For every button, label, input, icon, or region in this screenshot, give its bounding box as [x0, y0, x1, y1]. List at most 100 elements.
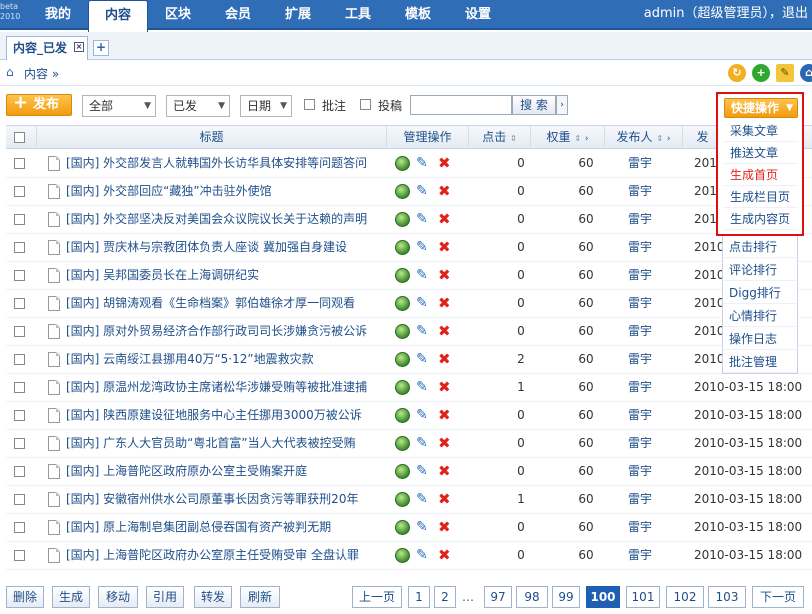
edit-icon[interactable]: ✎: [776, 64, 794, 82]
view-icon[interactable]: [395, 324, 410, 339]
quick-item-comment-rank[interactable]: 评论排行: [723, 259, 797, 281]
view-icon[interactable]: [395, 296, 410, 311]
author-link[interactable]: 雷宇: [612, 402, 668, 430]
author-link[interactable]: 雷宇: [612, 542, 668, 570]
quick-ops-button[interactable]: 快捷操作 ▼: [724, 98, 798, 118]
article-title-link[interactable]: [国内] 胡锦涛观看《生命档案》郭伯雄徐才厚一同观看: [66, 290, 371, 318]
delete-icon[interactable]: ✖: [438, 490, 451, 508]
edit-icon[interactable]: ✎: [416, 267, 428, 283]
search-button[interactable]: 搜 索: [512, 95, 556, 115]
author-link[interactable]: 雷宇: [612, 150, 668, 178]
row-checkbox[interactable]: [14, 242, 25, 253]
delete-icon[interactable]: ✖: [438, 322, 451, 340]
edit-icon[interactable]: ✎: [416, 183, 428, 199]
date-select[interactable]: 日期 ▼: [240, 95, 292, 117]
tab-content-published[interactable]: 内容_已发 ×: [6, 36, 88, 60]
search-input[interactable]: [410, 95, 512, 115]
nav-item-mine[interactable]: 我的: [28, 0, 88, 30]
view-icon[interactable]: [395, 380, 410, 395]
refresh-button[interactable]: 刷新: [240, 586, 280, 608]
edit-icon[interactable]: ✎: [416, 239, 428, 255]
author-link[interactable]: 雷宇: [612, 234, 668, 262]
edit-icon[interactable]: ✎: [416, 519, 428, 535]
author-link[interactable]: 雷宇: [612, 486, 668, 514]
nav-item-template[interactable]: 模板: [388, 0, 448, 30]
edit-icon[interactable]: ✎: [416, 351, 428, 367]
page-97[interactable]: 97: [484, 586, 512, 608]
delete-icon[interactable]: ✖: [438, 182, 451, 200]
move-button[interactable]: 移动: [98, 586, 138, 608]
nav-item-tools[interactable]: 工具: [328, 0, 388, 30]
add-tab-button[interactable]: +: [93, 40, 109, 56]
user-logout-link[interactable]: admin（超级管理员），退出: [644, 0, 808, 30]
close-icon[interactable]: ×: [74, 42, 84, 52]
author-link[interactable]: 雷宇: [612, 318, 668, 346]
comment-checkbox[interactable]: [304, 99, 315, 110]
quick-item-gen-home[interactable]: 生成首页: [724, 164, 798, 186]
col-title[interactable]: 标题: [36, 126, 386, 149]
refresh-icon[interactable]: ↻: [728, 64, 746, 82]
edit-icon[interactable]: ✎: [416, 547, 428, 563]
select-all-checkbox[interactable]: [14, 132, 25, 143]
quick-item-op-log[interactable]: 操作日志: [723, 328, 797, 350]
author-link[interactable]: 雷宇: [612, 458, 668, 486]
delete-button[interactable]: 删除: [6, 586, 44, 608]
page-103[interactable]: 103: [708, 586, 746, 608]
add-icon[interactable]: +: [752, 64, 770, 82]
delete-icon[interactable]: ✖: [438, 378, 451, 396]
author-link[interactable]: 雷宇: [612, 514, 668, 542]
page-102[interactable]: 102: [666, 586, 704, 608]
page-101[interactable]: 101: [626, 586, 660, 608]
view-icon[interactable]: [395, 268, 410, 283]
article-title-link[interactable]: [国内] 贾庆林与宗教团体负责人座谈 冀加强自身建设: [66, 234, 371, 262]
row-checkbox[interactable]: [14, 494, 25, 505]
prev-page-button[interactable]: 上一页: [352, 586, 402, 608]
nav-item-block[interactable]: 区块: [148, 0, 208, 30]
delete-icon[interactable]: ✖: [438, 406, 451, 424]
delete-icon[interactable]: ✖: [438, 434, 451, 452]
row-checkbox[interactable]: [14, 522, 25, 533]
delete-icon[interactable]: ✖: [438, 154, 451, 172]
edit-icon[interactable]: ✎: [416, 491, 428, 507]
edit-icon[interactable]: ✎: [416, 323, 428, 339]
page-2[interactable]: 2: [434, 586, 456, 608]
edit-icon[interactable]: ✎: [416, 155, 428, 171]
row-checkbox[interactable]: [14, 382, 25, 393]
delete-icon[interactable]: ✖: [438, 462, 451, 480]
view-icon[interactable]: [395, 212, 410, 227]
row-checkbox[interactable]: [14, 186, 25, 197]
article-title-link[interactable]: [国内] 外交部回应“藏独”冲击驻外使馆: [66, 178, 371, 206]
delete-icon[interactable]: ✖: [438, 350, 451, 368]
page-98[interactable]: 98: [516, 586, 548, 608]
delete-icon[interactable]: ✖: [438, 518, 451, 536]
generate-button[interactable]: 生成: [52, 586, 90, 608]
nav-item-settings[interactable]: 设置: [448, 0, 508, 30]
article-title-link[interactable]: [国内] 原对外贸易经济合作部行政司司长涉嫌贪污被公诉: [66, 318, 371, 346]
view-icon[interactable]: [395, 520, 410, 535]
quick-item-gen-content[interactable]: 生成内容页: [724, 208, 798, 230]
quick-item-mood-rank[interactable]: 心情排行: [723, 305, 797, 327]
row-checkbox[interactable]: [14, 466, 25, 477]
chevron-right-icon[interactable]: ›: [556, 95, 568, 115]
author-link[interactable]: 雷宇: [612, 430, 668, 458]
delete-icon[interactable]: ✖: [438, 546, 451, 564]
author-link[interactable]: 雷宇: [612, 206, 668, 234]
row-checkbox[interactable]: [14, 354, 25, 365]
page-99[interactable]: 99: [552, 586, 580, 608]
article-title-link[interactable]: [国内] 上海普陀区政府办公室原主任受贿受审 全盘认罪: [66, 542, 371, 570]
edit-icon[interactable]: ✎: [416, 407, 428, 423]
author-link[interactable]: 雷宇: [612, 346, 668, 374]
edit-icon[interactable]: ✎: [416, 463, 428, 479]
author-link[interactable]: 雷宇: [612, 262, 668, 290]
delete-icon[interactable]: ✖: [438, 266, 451, 284]
edit-icon[interactable]: ✎: [416, 379, 428, 395]
edit-icon[interactable]: ✎: [416, 295, 428, 311]
row-checkbox[interactable]: [14, 410, 25, 421]
article-title-link[interactable]: [国内] 外交部坚决反对美国会众议院议长关于达赖的声明: [66, 206, 371, 234]
view-icon[interactable]: [395, 464, 410, 479]
quote-button[interactable]: 引用: [146, 586, 184, 608]
quick-item-push[interactable]: 推送文章: [724, 142, 798, 164]
view-icon[interactable]: [395, 548, 410, 563]
view-icon[interactable]: [395, 408, 410, 423]
quick-item-click-rank[interactable]: 点击排行: [723, 236, 797, 258]
